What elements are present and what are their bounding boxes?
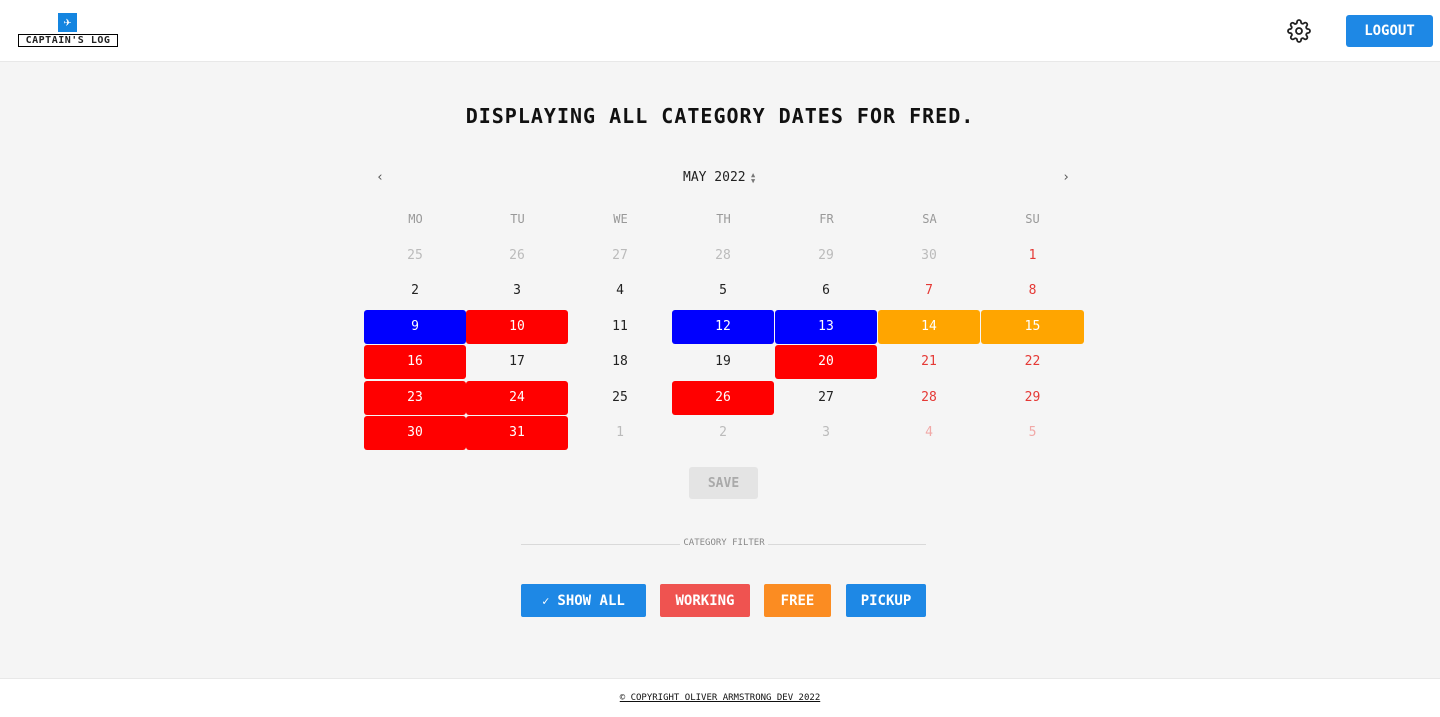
category-filter-label: Category Filter <box>683 538 765 548</box>
gear-icon[interactable] <box>1287 19 1311 43</box>
weekday-header: Mo <box>408 212 423 226</box>
calendar-day[interactable]: 28 <box>672 239 774 273</box>
divider-left <box>521 544 680 545</box>
month-label: May 2022 <box>683 170 746 185</box>
calendar-day[interactable]: 14 <box>878 310 980 344</box>
chevron-right-icon: › <box>1062 170 1070 185</box>
calendar-day[interactable]: 3 <box>775 416 877 450</box>
calendar-day[interactable]: 10 <box>466 310 568 344</box>
calendar-day[interactable]: 3 <box>466 274 568 308</box>
calendar-day[interactable]: 18 <box>569 345 671 379</box>
calendar-day[interactable]: 5 <box>981 416 1084 450</box>
calendar-day[interactable]: 8 <box>981 274 1084 308</box>
calendar-day[interactable]: 7 <box>878 274 980 308</box>
calendar-day[interactable]: 4 <box>569 274 671 308</box>
calendar-day[interactable]: 30 <box>364 416 466 450</box>
divider-right <box>768 544 926 545</box>
logo-text: Captain's Log <box>18 34 118 47</box>
calendar-day[interactable]: 11 <box>569 310 671 344</box>
filter-working-button[interactable]: Working <box>660 584 750 617</box>
save-button[interactable]: Save <box>689 467 758 499</box>
filter-pickup-button[interactable]: Pickup <box>846 584 926 617</box>
app-header: ✈ Captain's Log Logout <box>0 0 1440 62</box>
weekday-header: We <box>613 212 628 226</box>
calendar-day[interactable]: 16 <box>364 345 466 379</box>
calendar-day[interactable]: 6 <box>775 274 877 308</box>
calendar-day[interactable]: 25 <box>364 239 466 273</box>
app-logo[interactable]: ✈ Captain's Log <box>18 13 120 48</box>
calendar-day[interactable]: 24 <box>466 381 568 415</box>
airplane-icon: ✈ <box>58 13 77 32</box>
calendar-day[interactable]: 21 <box>878 345 980 379</box>
calendar-day[interactable]: 25 <box>569 381 671 415</box>
calendar-day[interactable]: 13 <box>775 310 877 344</box>
calendar-day[interactable]: 4 <box>878 416 980 450</box>
calendar-day[interactable]: 5 <box>672 274 774 308</box>
chevron-left-icon: ‹ <box>376 170 384 185</box>
filter-show-all-label: Show All <box>557 592 625 609</box>
weekday-header: Su <box>1025 212 1040 226</box>
calendar-day[interactable]: 19 <box>672 345 774 379</box>
calendar-day[interactable]: 26 <box>672 381 774 415</box>
calendar-day[interactable]: 1 <box>569 416 671 450</box>
app-footer: © Copyright Oliver Armstrong Dev 2022 <box>0 678 1440 717</box>
calendar-day[interactable]: 29 <box>775 239 877 273</box>
calendar-day[interactable]: 9 <box>364 310 466 344</box>
calendar-day[interactable]: 17 <box>466 345 568 379</box>
copyright-link[interactable]: © Copyright Oliver Armstrong Dev 2022 <box>0 693 1440 703</box>
weekday-header: Th <box>716 212 731 226</box>
logout-button[interactable]: Logout <box>1346 15 1433 47</box>
calendar-day[interactable]: 20 <box>775 345 877 379</box>
chevron-up-down-icon: ▲ ▼ <box>751 171 756 185</box>
calendar-day[interactable]: 2 <box>672 416 774 450</box>
calendar-day[interactable]: 31 <box>466 416 568 450</box>
calendar-day[interactable]: 15 <box>981 310 1084 344</box>
filter-free-button[interactable]: Free <box>764 584 831 617</box>
weekday-header: Sa <box>922 212 937 226</box>
filter-show-all-button[interactable]: ✓ Show All <box>521 584 646 617</box>
calendar-day[interactable]: 27 <box>775 381 877 415</box>
weekday-header: Tu <box>510 212 525 226</box>
calendar-day[interactable]: 2 <box>364 274 466 308</box>
calendar-day[interactable]: 26 <box>466 239 568 273</box>
check-icon: ✓ <box>542 593 550 608</box>
prev-month-button[interactable]: ‹ <box>372 170 388 186</box>
calendar-day[interactable]: 1 <box>981 239 1084 273</box>
calendar-day[interactable]: 23 <box>364 381 466 415</box>
month-selector[interactable]: May 2022 ▲ ▼ <box>676 168 768 188</box>
page-title: Displaying all category dates for fred. <box>465 104 975 128</box>
calendar-day[interactable]: 29 <box>981 381 1084 415</box>
weekday-header: Fr <box>819 212 834 226</box>
calendar-day[interactable]: 12 <box>672 310 774 344</box>
calendar-day[interactable]: 22 <box>981 345 1084 379</box>
next-month-button[interactable]: › <box>1058 170 1074 186</box>
calendar-day[interactable]: 28 <box>878 381 980 415</box>
calendar-day[interactable]: 27 <box>569 239 671 273</box>
calendar-day[interactable]: 30 <box>878 239 980 273</box>
